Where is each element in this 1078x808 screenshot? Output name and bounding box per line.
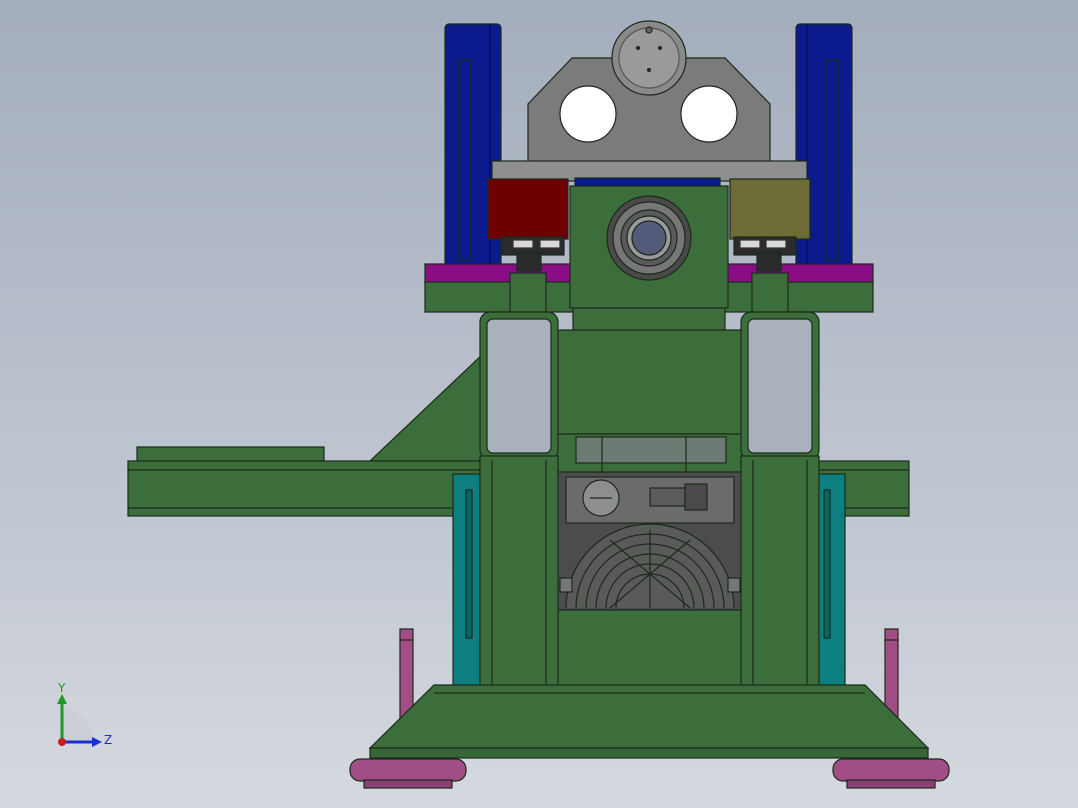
coordinate-triad: Y Z (57, 681, 112, 747)
right-frame-tube (740, 311, 820, 689)
column-lower-panel (554, 609, 746, 691)
fan-assembly (555, 471, 743, 611)
diagonal-gusset (368, 350, 486, 462)
left-tab (509, 272, 547, 314)
center-motor-housing (569, 185, 729, 309)
right-tab (751, 272, 789, 314)
y-axis-arrow-icon (57, 694, 67, 704)
triad-plane (62, 710, 94, 742)
z-axis-arrow-icon (92, 737, 102, 747)
z-axis-label: Z (104, 733, 112, 747)
base-platform (368, 684, 930, 759)
gray-bracket (527, 20, 771, 166)
right-foot-pad (832, 758, 950, 789)
y-axis-label: Y (57, 681, 66, 695)
left-foot-pad (349, 758, 467, 789)
cad-model-viewport[interactable] (0, 0, 1078, 808)
triad-origin-icon (58, 738, 66, 746)
left-frame-tube (479, 311, 559, 689)
center-neck (572, 307, 726, 333)
gray-spacer (575, 436, 727, 464)
